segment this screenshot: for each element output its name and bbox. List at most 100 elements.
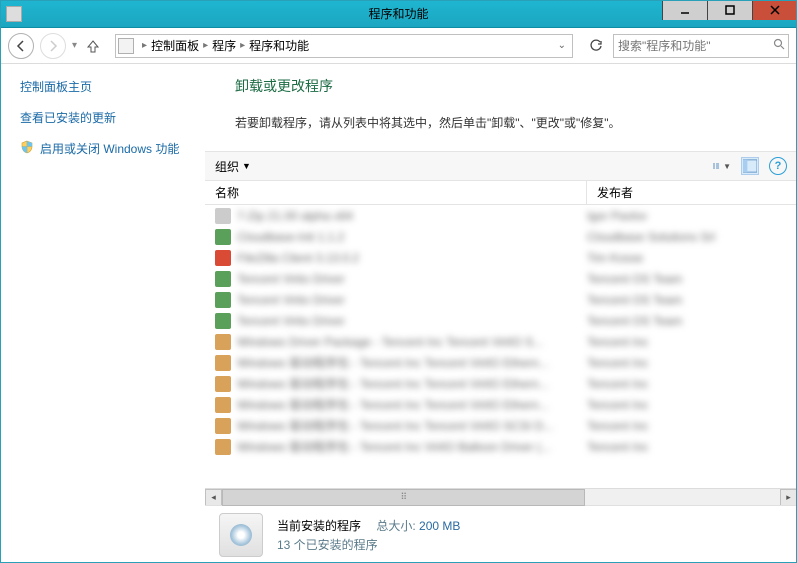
status-title: 当前安装的程序 — [277, 519, 361, 533]
program-icon — [215, 418, 231, 434]
list-item[interactable]: Windows 驱动程序包 - Tencent Inc VirtIO Ballo… — [205, 436, 797, 457]
program-name: Windows 驱动程序包 - Tencent Inc VirtIO Ballo… — [237, 438, 587, 455]
list-item[interactable]: Windows Driver Package - Tencent Inc Ten… — [205, 331, 797, 352]
organize-button[interactable]: 组织 ▼ — [215, 158, 251, 175]
status-size-value: 200 MB — [419, 519, 460, 533]
page-description: 若要卸载程序，请从列表中将其选中，然后单击"卸载"、"更改"或"修复"。 — [235, 114, 797, 131]
scroll-left-button[interactable]: ◂ — [205, 489, 222, 506]
chevron-right-icon[interactable]: ▸ — [203, 40, 208, 51]
status-bar: 当前安装的程序 总大小: 200 MB 13 个已安装的程序 — [205, 505, 797, 563]
status-count: 13 个已安装的程序 — [277, 536, 460, 553]
sidebar: 控制面板主页 查看已安装的更新 启用或关闭 Windows 功能 — [0, 64, 205, 563]
program-publisher: Tencent OS Team — [587, 314, 787, 328]
program-name: Windows 驱动程序包 - Tencent Inc Tencent Virt… — [237, 354, 587, 371]
list-item[interactable]: Windows 驱动程序包 - Tencent Inc Tencent Virt… — [205, 352, 797, 373]
history-dropdown[interactable]: ▾ — [72, 40, 77, 51]
program-publisher: Tencent Inc — [587, 335, 787, 349]
list-item[interactable]: Windows 驱动程序包 - Tencent Inc Tencent Virt… — [205, 415, 797, 436]
list-item[interactable]: Tencent Virtio DriverTencent OS Team — [205, 310, 797, 331]
column-header-publisher[interactable]: 发布者 — [587, 181, 797, 204]
list-item[interactable]: 7-Zip 21.00 alpha x64Igor Pavlov — [205, 205, 797, 226]
program-name: Tencent Virtio Driver — [237, 272, 587, 286]
address-dropdown[interactable]: ⌄ — [554, 40, 570, 51]
location-icon — [118, 38, 134, 54]
close-button[interactable] — [752, 0, 797, 20]
program-publisher: Tencent Inc — [587, 419, 787, 433]
program-icon — [215, 208, 231, 224]
search-icon[interactable] — [773, 38, 785, 53]
horizontal-scrollbar[interactable]: ◂ ⠿ ▸ — [205, 488, 797, 505]
program-name: Windows 驱动程序包 - Tencent Inc Tencent Virt… — [237, 375, 587, 392]
up-button[interactable] — [83, 36, 103, 56]
refresh-button[interactable] — [585, 35, 607, 57]
minimize-button[interactable] — [662, 0, 707, 20]
program-icon — [215, 439, 231, 455]
program-icon — [215, 313, 231, 329]
program-name: Tencent Virtio Driver — [237, 314, 587, 328]
view-options-button[interactable]: ▼ — [713, 157, 731, 175]
breadcrumb-item[interactable]: 控制面板 — [151, 37, 199, 54]
window-controls — [662, 0, 797, 20]
navbar: ▾ ▸ 控制面板 ▸ 程序 ▸ 程序和功能 ⌄ — [0, 28, 797, 64]
program-icon — [215, 355, 231, 371]
chevron-right-icon[interactable]: ▸ — [142, 40, 147, 51]
breadcrumb-item[interactable]: 程序和功能 — [249, 37, 309, 54]
main-panel: 卸载或更改程序 若要卸载程序，请从列表中将其选中，然后单击"卸载"、"更改"或"… — [205, 64, 797, 563]
chevron-down-icon: ▼ — [242, 161, 251, 171]
system-menu-icon[interactable] — [6, 6, 22, 22]
forward-button — [40, 33, 66, 59]
list-item[interactable]: FileZilla Client 3.13.0.2Tim Kosse — [205, 247, 797, 268]
list-item[interactable]: Windows 驱动程序包 - Tencent Inc Tencent Virt… — [205, 394, 797, 415]
address-bar[interactable]: ▸ 控制面板 ▸ 程序 ▸ 程序和功能 ⌄ — [115, 34, 573, 58]
program-icon — [215, 334, 231, 350]
back-button[interactable] — [8, 33, 34, 59]
program-name: FileZilla Client 3.13.0.2 — [237, 251, 587, 265]
program-name: Windows 驱动程序包 - Tencent Inc Tencent Virt… — [237, 396, 587, 413]
program-name: 7-Zip 21.00 alpha x64 — [237, 209, 587, 223]
list-item[interactable]: Tencent Virtio DriverTencent OS Team — [205, 268, 797, 289]
list-header: 名称 发布者 — [205, 181, 797, 205]
program-publisher: Tencent Inc — [587, 398, 787, 412]
maximize-button[interactable] — [707, 0, 752, 20]
program-icon — [215, 292, 231, 308]
scroll-thumb[interactable]: ⠿ — [222, 489, 585, 506]
programs-icon — [219, 513, 263, 557]
sidebar-heading[interactable]: 控制面板主页 — [20, 78, 205, 95]
program-icon — [215, 271, 231, 287]
sidebar-link-windows-features[interactable]: 启用或关闭 Windows 功能 — [20, 140, 205, 157]
program-name: Cloudbase-Init 1.1.2 — [237, 230, 587, 244]
search-input[interactable] — [618, 39, 773, 53]
scroll-track[interactable]: ⠿ — [222, 489, 780, 506]
program-publisher: Tencent Inc — [587, 440, 787, 454]
program-publisher: Tencent Inc — [587, 356, 787, 370]
program-publisher: Tencent Inc — [587, 377, 787, 391]
program-publisher: Tencent OS Team — [587, 293, 787, 307]
sidebar-link-label: 查看已安装的更新 — [20, 109, 116, 126]
program-publisher: Cloudbase Solutions Srl — [587, 230, 787, 244]
program-icon — [215, 376, 231, 392]
page-title: 卸载或更改程序 — [235, 76, 797, 96]
sidebar-link-updates[interactable]: 查看已安装的更新 — [20, 109, 205, 126]
breadcrumb-item[interactable]: 程序 — [212, 37, 236, 54]
program-list[interactable]: 7-Zip 21.00 alpha x64Igor PavlovCloudbas… — [205, 205, 797, 488]
program-name: Tencent Virtio Driver — [237, 293, 587, 307]
program-publisher: Igor Pavlov — [587, 209, 787, 223]
window-title: 程序和功能 — [368, 5, 428, 22]
program-icon — [215, 229, 231, 245]
toolbar: 组织 ▼ ▼ ? — [205, 151, 797, 181]
sidebar-link-label: 启用或关闭 Windows 功能 — [40, 140, 179, 157]
help-button[interactable]: ? — [769, 157, 787, 175]
list-item[interactable]: Cloudbase-Init 1.1.2Cloudbase Solutions … — [205, 226, 797, 247]
list-item[interactable]: Windows 驱动程序包 - Tencent Inc Tencent Virt… — [205, 373, 797, 394]
program-icon — [215, 397, 231, 413]
column-header-name[interactable]: 名称 — [205, 181, 587, 204]
details-pane-button[interactable] — [741, 157, 759, 175]
titlebar[interactable]: 程序和功能 — [0, 0, 797, 28]
status-size-label: 总大小: — [376, 519, 415, 533]
program-publisher: Tim Kosse — [587, 251, 787, 265]
scroll-right-button[interactable]: ▸ — [780, 489, 797, 506]
program-icon — [215, 250, 231, 266]
list-item[interactable]: Tencent Virtio DriverTencent OS Team — [205, 289, 797, 310]
search-box[interactable] — [613, 34, 789, 58]
chevron-right-icon[interactable]: ▸ — [240, 40, 245, 51]
